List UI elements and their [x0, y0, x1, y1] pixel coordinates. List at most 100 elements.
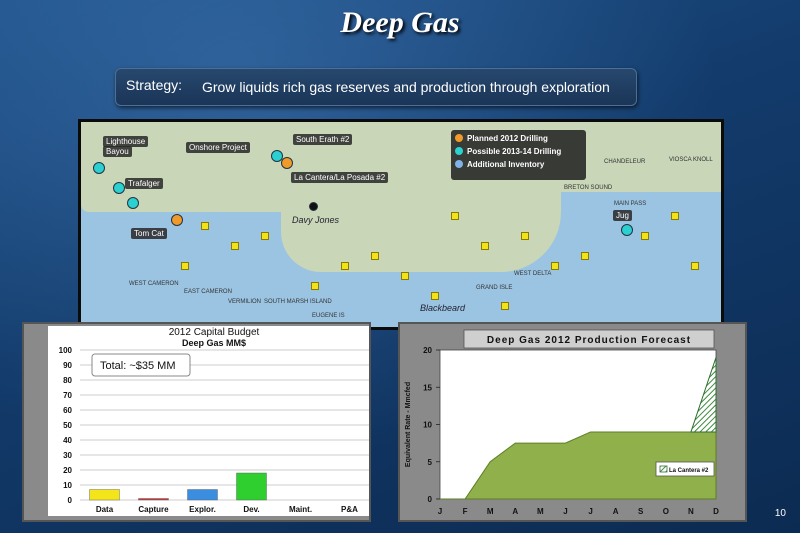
chart-title: Deep Gas 2012 Production Forecast [487, 335, 691, 346]
delta-land [281, 182, 561, 272]
lease-block [501, 302, 509, 310]
y-tick-label: 60 [63, 406, 72, 415]
lease-block [481, 242, 489, 250]
region-west-delta: WEST DELTA [514, 271, 552, 277]
label-tom-cat: Tom Cat [131, 228, 167, 239]
orange-marker-icon [171, 214, 183, 226]
y-tick-label: 20 [63, 466, 72, 475]
lease-block [261, 232, 269, 240]
region-vermilion: VERMILION [228, 299, 262, 305]
cyan-marker-icon [113, 182, 125, 194]
x-tick-label: M [537, 507, 544, 516]
label-davy-jones: Davy Jones [292, 215, 340, 225]
lease-block [581, 252, 589, 260]
region-chandeleur: CHANDELEUR [604, 159, 646, 165]
y-tick-label: 0 [68, 496, 73, 505]
orange-marker-icon [455, 134, 463, 142]
region-eugene: EUGENE IS [312, 313, 345, 319]
bar [138, 498, 169, 501]
lease-block [691, 262, 699, 270]
capital-budget-chart: 2012 Capital BudgetDeep Gas MM$ 100 90 80 70… [48, 326, 378, 516]
region-west-cameron: WEST CAMERON [129, 281, 179, 287]
lease-block [551, 262, 559, 270]
x-tick-label: N [688, 507, 694, 516]
lease-block [201, 222, 209, 230]
legend-swatch [659, 465, 668, 473]
lease-block [231, 242, 239, 250]
capital-budget-panel: 2012 Capital Budget Deep Gas MM$ 100 90 80 70… [22, 322, 378, 522]
blue-marker-icon [455, 160, 463, 168]
gulf-coast-map: Lighthouse Bayou Onshore Project South E… [78, 119, 724, 330]
bar [187, 489, 218, 501]
lease-block [431, 292, 439, 300]
y-tick-label: 5 [428, 458, 433, 467]
bar [236, 472, 267, 501]
map-legend: Planned 2012 Drilling Possible 2013-14 D… [451, 130, 586, 180]
label-onshore: Onshore Project [186, 142, 250, 153]
y-tick-label: 10 [423, 421, 432, 430]
region-main-pass: MAIN PASS [614, 201, 647, 207]
y-tick-label: 90 [63, 361, 72, 370]
lease-block [451, 212, 459, 220]
y-tick-label: 50 [63, 421, 72, 430]
cyan-marker-icon [93, 162, 105, 174]
y-tick-label: 0 [428, 495, 433, 504]
strategy-label: Strategy: [126, 77, 183, 93]
x-tick-label: Explor. [189, 505, 216, 514]
chart-legend: La Cantera #2 [655, 461, 715, 477]
label-trafalger: Trafalger [125, 178, 163, 189]
y-tick-label: 100 [59, 346, 73, 355]
lease-block [311, 282, 319, 290]
x-tick-label: A [613, 507, 619, 516]
y-tick-label: 20 [423, 346, 432, 355]
y-tick-label: 40 [63, 436, 72, 445]
chart-title: 2012 Capital Budget [169, 327, 260, 338]
legend-item-planned: Planned 2012 Drilling [455, 134, 586, 143]
x-tick-label: O [663, 507, 669, 516]
lease-block [641, 232, 649, 240]
x-tick-label: S [638, 507, 644, 516]
x-tick-label: P&A [341, 505, 358, 514]
cyan-marker-icon [127, 197, 139, 209]
label-blackbeard: Blackbeard [420, 303, 466, 313]
chart-subtitle: Deep Gas MM$ [182, 338, 246, 348]
strategy-text: Grow liquids rich gas reserves and produ… [202, 79, 610, 95]
x-tick-label: F [463, 507, 468, 516]
lease-block [341, 262, 349, 270]
production-forecast-panel: Deep Gas 2012 Production Forecast 0 5 10 15 2… [398, 322, 747, 522]
x-tick-label: J [563, 507, 567, 516]
annotation-text: Total: ~$35 MM [100, 360, 176, 372]
label-jug: Jug [613, 210, 632, 221]
annotation-callout: Total: ~$35 MM [91, 353, 191, 377]
label-south-erath: South Erath #2 [293, 134, 353, 145]
black-marker-icon [309, 202, 318, 211]
cyan-marker-icon [455, 147, 463, 155]
page-number: 10 [774, 508, 786, 519]
x-tick-label: Capture [138, 505, 169, 514]
legend-item-inventory: Additional Inventory [455, 160, 586, 169]
x-tick-label: D [713, 507, 719, 516]
x-tick-label: Maint. [289, 505, 312, 514]
lease-block [181, 262, 189, 270]
label-bayou: Bayou [103, 146, 132, 157]
x-tick-label: Data [96, 505, 114, 514]
x-tick-label: Dev. [243, 505, 259, 514]
y-axis-label: Equivalent Rate - Mmcfed [405, 382, 412, 467]
y-tick-label: 70 [63, 391, 72, 400]
orange-marker-icon [281, 157, 293, 169]
lease-block [671, 212, 679, 220]
y-tick-label: 30 [63, 451, 72, 460]
legend-item-possible: Possible 2013-14 Drilling [455, 147, 586, 156]
slide-title: Deep Gas [340, 6, 460, 39]
production-forecast-chart: Deep Gas 2012 Production Forecast 0 5 10 15 2… [405, 329, 719, 516]
lease-block [401, 272, 409, 280]
strategy-banner: Strategy: Grow liquids rich gas reserves… [115, 68, 637, 106]
bar [89, 489, 120, 501]
x-tick-label: A [512, 507, 518, 516]
y-tick-label: 80 [63, 376, 72, 385]
region-south-marsh: SOUTH MARSH ISLAND [264, 299, 332, 305]
x-tick-label: M [487, 507, 494, 516]
region-grand-isle: GRAND ISLE [476, 285, 513, 291]
legend-label: La Cantera #2 [669, 468, 709, 474]
y-tick-label: 15 [423, 383, 432, 392]
